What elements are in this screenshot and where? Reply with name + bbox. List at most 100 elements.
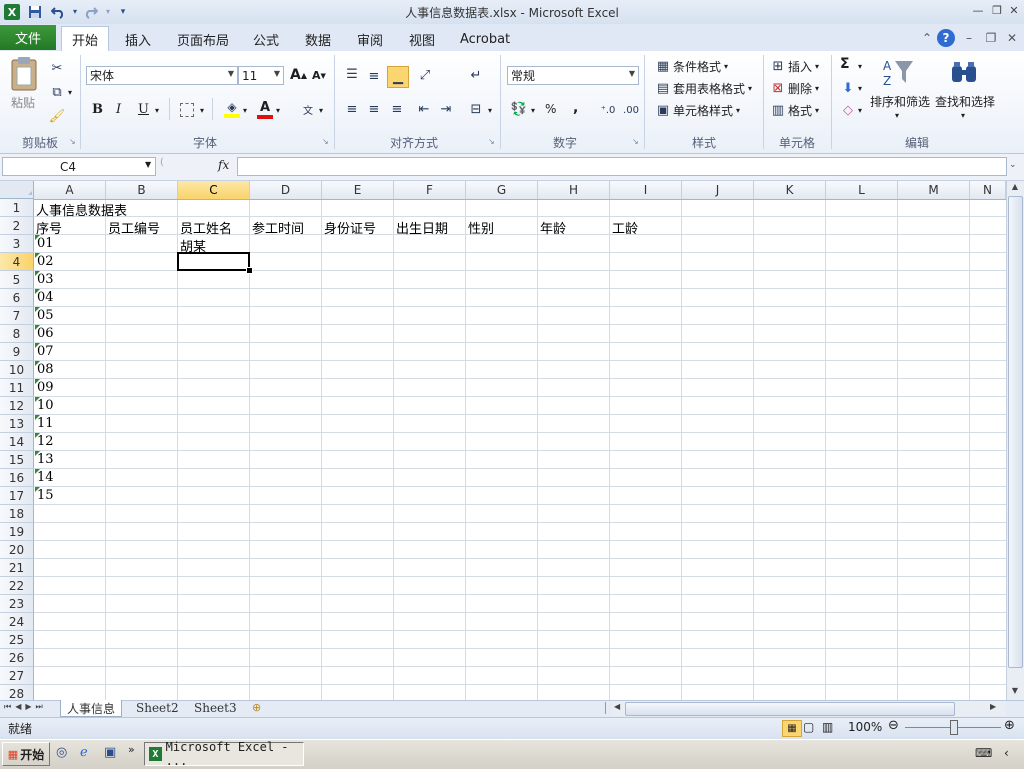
row-header-21[interactable]: 21 (0, 559, 34, 577)
decrease-indent-icon[interactable]: ⇤ (414, 99, 434, 119)
sheet-title-cell[interactable]: 人事信息数据表 (36, 200, 127, 219)
serial-cell[interactable]: 09 (37, 380, 54, 395)
grow-font-icon[interactable]: A ▲ (290, 67, 307, 83)
column-header-b[interactable]: B (106, 181, 178, 199)
tab-insert[interactable]: 插入 (115, 29, 161, 49)
row-header-25[interactable]: 25 (0, 631, 34, 649)
serial-cell[interactable]: 07 (37, 344, 54, 359)
name-box-dropdown-icon[interactable]: ▼ (145, 160, 151, 169)
copy-icon[interactable]: ⧉ (47, 82, 67, 102)
serial-cell[interactable]: 11 (37, 416, 54, 431)
comma-style-button[interactable]: , (573, 100, 578, 116)
horizontal-scroll-thumb[interactable] (625, 702, 955, 716)
restore-workbook-icon[interactable]: ❐ (982, 29, 1000, 47)
row-header-18[interactable]: 18 (0, 505, 34, 523)
sheet-tab-sheet3[interactable]: Sheet3 (188, 700, 243, 716)
column-header-f[interactable]: F (394, 181, 466, 199)
font-name-combo[interactable]: 宋体 ▼ (86, 66, 238, 85)
serial-cell[interactable]: 10 (37, 398, 54, 413)
number-format-combo[interactable]: 常规 ▼ (507, 66, 639, 85)
row-header-13[interactable]: 13 (0, 415, 34, 433)
serial-cell[interactable]: 04 (37, 290, 54, 305)
row-header-12[interactable]: 12 (0, 397, 34, 415)
undo-icon[interactable] (49, 3, 67, 20)
header-cell-f[interactable]: 出生日期 (396, 218, 448, 237)
internet-explorer-icon[interactable]: ℯ (80, 745, 88, 760)
column-header-d[interactable]: D (250, 181, 322, 199)
sort-filter-dropdown-icon[interactable]: ▾ (895, 111, 899, 120)
autosum-dropdown-icon[interactable]: ▾ (858, 62, 862, 71)
row-header-1[interactable]: 1 (0, 199, 34, 217)
worksheet-grid[interactable] (0, 181, 1006, 700)
clear-dropdown-icon[interactable]: ▾ (858, 106, 862, 115)
shrink-font-icon[interactable]: A ▼ (312, 69, 326, 82)
save-icon[interactable] (26, 3, 44, 20)
column-header-g[interactable]: G (466, 181, 538, 199)
find-select-dropdown-icon[interactable]: ▾ (961, 111, 965, 120)
row-header-26[interactable]: 26 (0, 649, 34, 667)
borders-icon[interactable] (180, 103, 194, 117)
increase-decimal-icon[interactable]: ⁺.0 (598, 100, 618, 120)
cut-icon[interactable]: ✂ (47, 58, 67, 78)
minimize-workbook-icon[interactable]: – (960, 29, 978, 47)
header-cell-g[interactable]: 性别 (468, 218, 494, 237)
customize-toolbar-icon[interactable]: ▾ (114, 3, 132, 20)
column-header-j[interactable]: J (682, 181, 754, 199)
column-header-h[interactable]: H (538, 181, 610, 199)
quicklaunch-more-icon[interactable]: » (128, 743, 135, 756)
find-select-label[interactable]: 查找和选择 (935, 93, 995, 110)
format-as-table-button[interactable]: ▤ 套用表格格式 ▾ (653, 78, 752, 98)
insert-function-icon[interactable]: fx (218, 158, 229, 172)
scroll-right-icon[interactable]: ▶ (990, 702, 996, 711)
clipboard-launcher-icon[interactable]: ↘ (69, 137, 79, 147)
header-cell-c[interactable]: 员工姓名 (180, 218, 232, 237)
expand-formula-bar-icon[interactable]: ⌄ (1009, 160, 1017, 170)
zoom-level[interactable]: 100% (848, 720, 882, 734)
font-color-dropdown-icon[interactable]: ▾ (276, 106, 280, 115)
column-header-l[interactable]: L (826, 181, 898, 199)
increase-indent-icon[interactable]: ⇥ (436, 99, 456, 119)
paste-button[interactable]: 粘贴 (11, 94, 35, 111)
sort-filter-label[interactable]: 排序和筛选 (870, 93, 930, 110)
column-header-n[interactable]: N (970, 181, 1006, 199)
close-window-icon[interactable]: ✕ (1004, 2, 1024, 18)
sheet-tab-personnel[interactable]: 人事信息 (60, 700, 123, 717)
accounting-dropdown-icon[interactable]: ▾ (531, 106, 535, 115)
serial-cell[interactable]: 14 (37, 470, 54, 485)
column-header-e[interactable]: E (322, 181, 394, 199)
header-cell-b[interactable]: 员工编号 (108, 218, 160, 237)
fill-dropdown-icon[interactable]: ▾ (858, 84, 862, 93)
phonetic-dropdown-icon[interactable]: ▾ (319, 106, 323, 115)
insert-cells-button[interactable]: ⊞ 插入 ▾ (768, 56, 819, 76)
page-break-view-icon[interactable]: ▥ (822, 720, 833, 734)
fill-handle[interactable] (246, 267, 253, 274)
format-painter-icon[interactable]: 🖌 (47, 106, 67, 126)
normal-view-icon[interactable]: ▦ (782, 720, 802, 737)
percent-style-button[interactable]: % (545, 102, 556, 116)
sheet-nav-icons[interactable]: ⏮◀▶⏭ (4, 702, 47, 712)
align-bottom-icon[interactable]: ▁ (387, 66, 409, 88)
column-header-k[interactable]: K (754, 181, 826, 199)
row-header-9[interactable]: 9 (0, 343, 34, 361)
serial-cell[interactable]: 03 (37, 272, 54, 287)
binoculars-icon[interactable] (948, 56, 980, 90)
row-header-22[interactable]: 22 (0, 577, 34, 595)
media-player-icon[interactable]: ▣ (104, 745, 116, 760)
serial-cell[interactable]: 13 (37, 452, 54, 467)
zoom-slider-thumb[interactable] (950, 720, 958, 735)
merge-center-icon[interactable]: ⊟ (466, 99, 486, 119)
tab-view[interactable]: 视图 (399, 29, 445, 49)
row-header-4[interactable]: 4 (0, 253, 34, 271)
row-header-7[interactable]: 7 (0, 307, 34, 325)
row-header-15[interactable]: 15 (0, 451, 34, 469)
row-header-20[interactable]: 20 (0, 541, 34, 559)
column-header-m[interactable]: M (898, 181, 970, 199)
active-cell-indicator[interactable] (177, 252, 250, 271)
tab-acrobat[interactable]: Acrobat (450, 29, 520, 49)
row-header-6[interactable]: 6 (0, 289, 34, 307)
sheet-tab-sheet2[interactable]: Sheet2 (130, 700, 185, 716)
row-header-17[interactable]: 17 (0, 487, 34, 505)
font-launcher-icon[interactable]: ↘ (322, 137, 332, 147)
fill-color-icon[interactable]: ◈ (222, 99, 242, 119)
scroll-left-icon[interactable]: ◀ (614, 702, 620, 711)
